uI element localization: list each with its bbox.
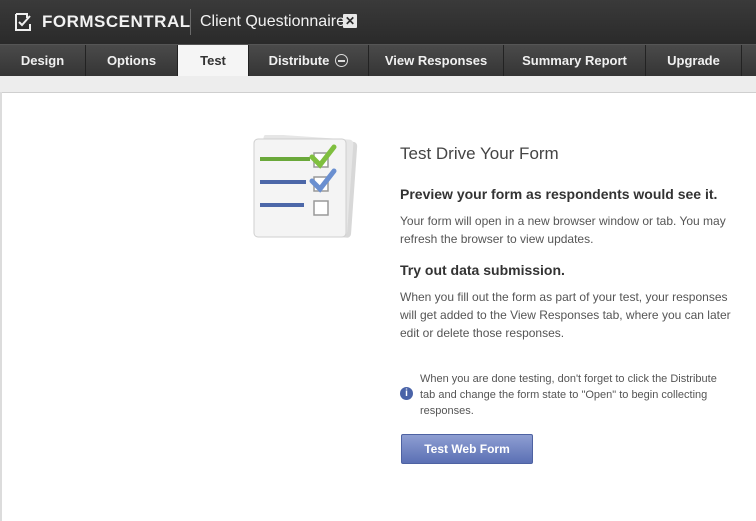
tab-design[interactable]: Design	[0, 45, 86, 76]
tab-label: Design	[20, 53, 65, 68]
main-content: Test Drive Your Form Preview your form a…	[400, 144, 745, 356]
tab-label: Upgrade	[667, 53, 720, 68]
tab-label: Test	[200, 53, 226, 68]
tab-options[interactable]: Options	[86, 45, 178, 76]
page-title: Test Drive Your Form	[400, 144, 559, 163]
test-form-illustration-icon	[253, 135, 358, 238]
form-name[interactable]: Client Questionnaire	[200, 13, 345, 31]
preview-description: Your form will open in a new browser win…	[400, 214, 726, 246]
tab-test[interactable]: Test	[178, 45, 249, 77]
close-form-icon[interactable]: ✕	[343, 14, 357, 28]
preview-heading: Preview your form as respondents would s…	[400, 186, 718, 202]
tab-label: View Responses	[384, 53, 488, 68]
info-icon: i	[400, 387, 413, 400]
closed-status-icon	[335, 54, 349, 67]
tab-distribute[interactable]: Distribute	[249, 45, 369, 76]
sub-toolbar	[0, 76, 756, 93]
tab-bar: Design Options Test Distribute View Resp…	[0, 44, 756, 77]
submission-heading: Try out data submission.	[400, 262, 565, 278]
test-web-form-button[interactable]: Test Web Form	[401, 434, 533, 464]
title-bar: FORMSCENTRAL Client Questionnaire ✕	[0, 0, 756, 44]
formscentral-logo-icon	[15, 13, 31, 31]
tab-label: Summary Report	[522, 53, 627, 68]
tab-label: Options	[106, 53, 157, 68]
tab-view-responses[interactable]: View Responses	[369, 45, 504, 76]
submission-description: When you fill out the form as part of yo…	[400, 290, 731, 340]
left-edge	[0, 92, 2, 521]
tab-label: Distribute	[268, 53, 330, 68]
brand-name: FORMSCENTRAL	[42, 12, 191, 31]
info-note-text: When you are done testing, don't forget …	[420, 373, 717, 417]
tab-upgrade[interactable]: Upgrade	[646, 45, 742, 76]
tab-summary-report[interactable]: Summary Report	[504, 45, 646, 76]
title-separator	[190, 9, 191, 35]
